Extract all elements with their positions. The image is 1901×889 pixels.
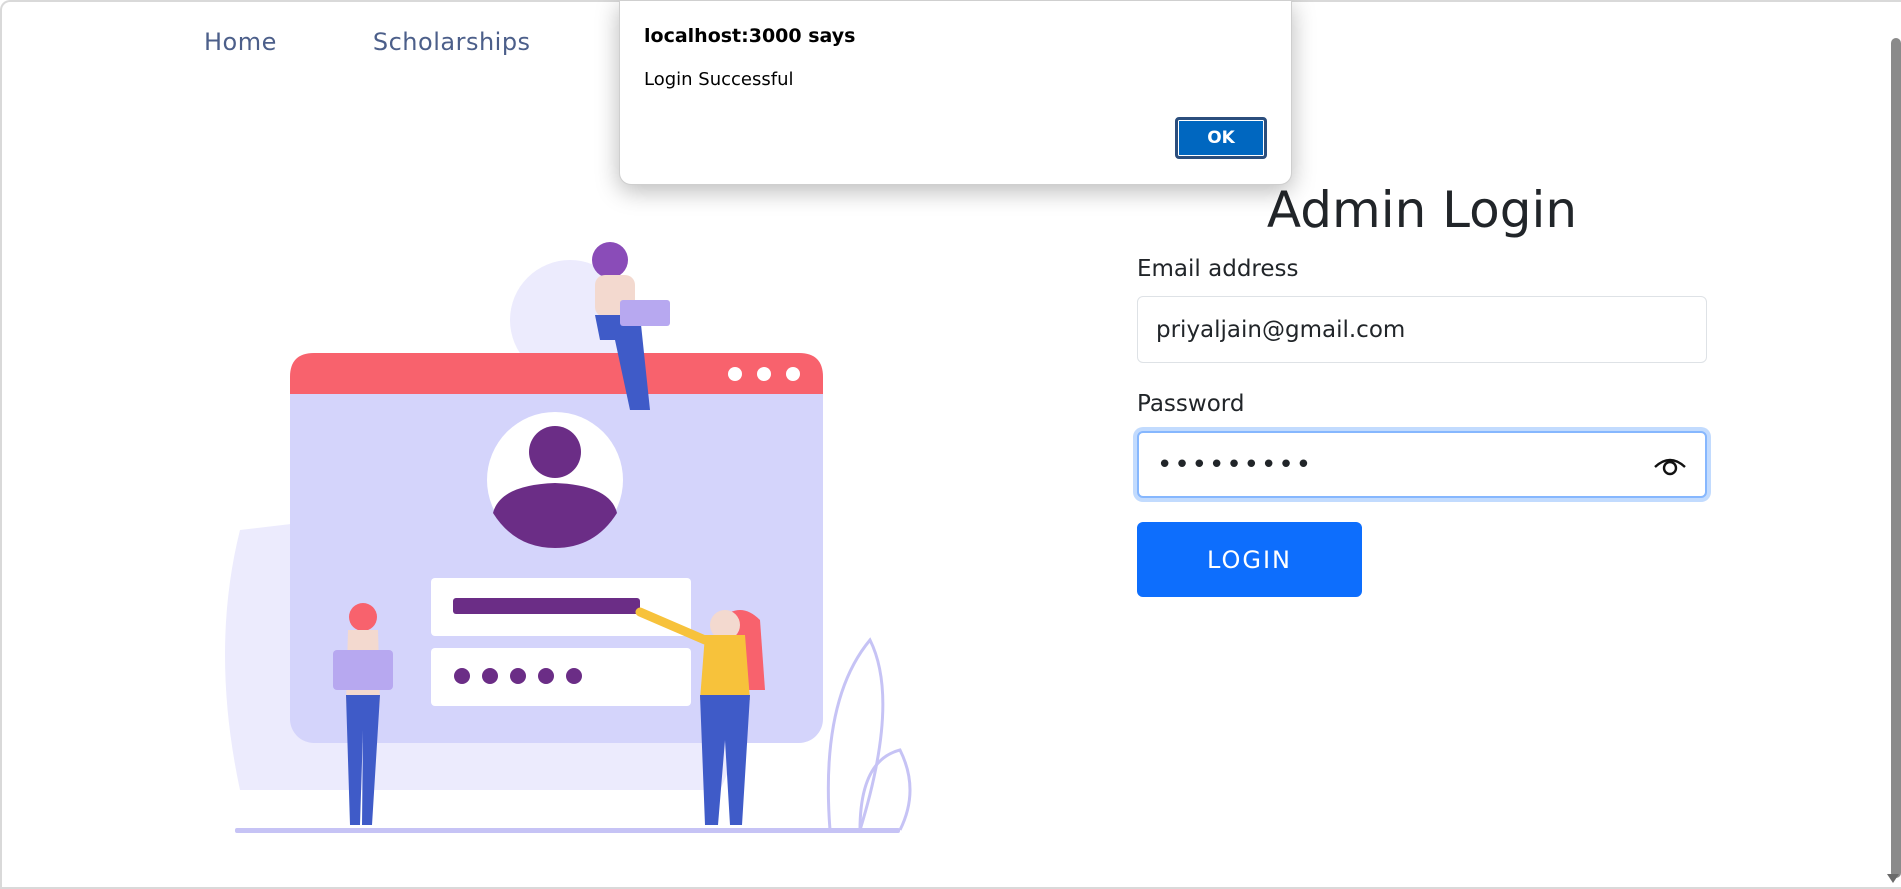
login-illustration xyxy=(225,242,912,833)
eye-icon[interactable] xyxy=(1653,453,1687,477)
window-dot-icon xyxy=(786,367,800,381)
nav-home-link[interactable]: Home xyxy=(204,28,277,56)
email-field[interactable]: priyaljain@gmail.com xyxy=(1137,296,1707,363)
top-navbar: Home Scholarships xyxy=(204,28,531,56)
user-icon xyxy=(529,426,581,478)
window-dot-icon xyxy=(757,367,771,381)
scroll-down-arrow-icon[interactable] xyxy=(1887,874,1899,883)
login-form: Admin Login Email address priyaljain@gma… xyxy=(1137,180,1707,597)
alert-message: Login Successful xyxy=(644,69,794,90)
password-value: ••••••••• xyxy=(1157,449,1314,480)
window-dot-icon xyxy=(728,367,742,381)
password-label: Password xyxy=(1137,391,1245,417)
window-titlebar xyxy=(290,353,823,394)
vertical-scrollbar[interactable] xyxy=(1891,38,1901,878)
page-title: Admin Login xyxy=(1266,181,1578,239)
email-value: priyaljain@gmail.com xyxy=(1156,316,1406,343)
nav-scholarships-link[interactable]: Scholarships xyxy=(373,28,531,56)
ok-button[interactable]: OK xyxy=(1175,117,1267,159)
illus-field-password xyxy=(431,648,691,706)
password-field[interactable]: ••••••••• xyxy=(1137,431,1707,498)
alert-title: localhost:3000 says xyxy=(644,25,856,47)
alert-dialog: localhost:3000 says Login Successful OK xyxy=(619,0,1292,185)
ground-line xyxy=(235,828,900,833)
email-label: Email address xyxy=(1137,256,1299,282)
login-button[interactable]: LOGIN xyxy=(1137,522,1362,597)
